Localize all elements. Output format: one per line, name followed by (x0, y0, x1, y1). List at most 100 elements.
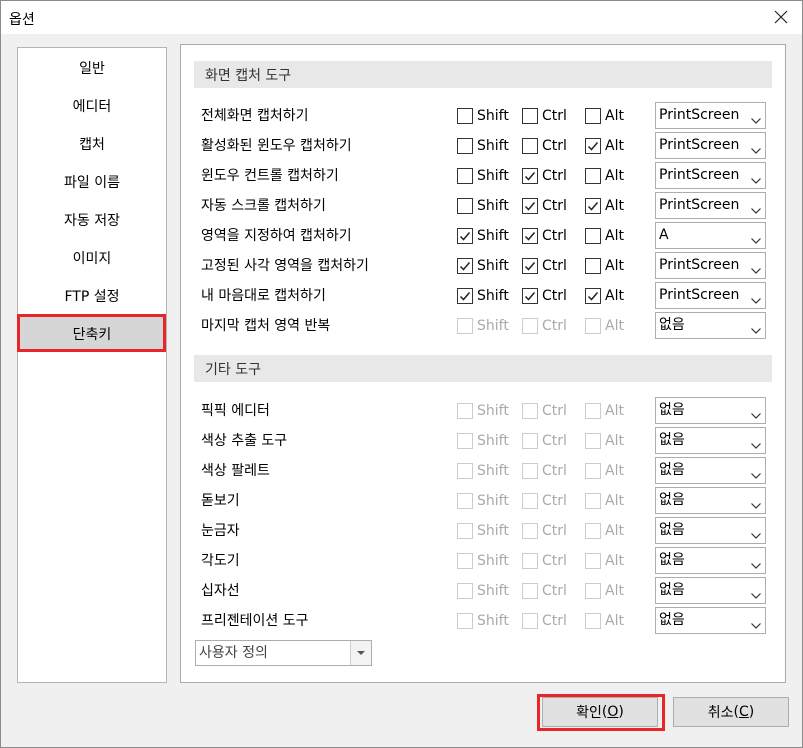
preset-select[interactable]: 사용자 정의 (195, 640, 372, 666)
sidebar-item[interactable]: 자동 저장 (18, 202, 166, 238)
alt-checkbox[interactable] (585, 553, 601, 569)
alt-checkbox[interactable] (585, 138, 601, 154)
alt-checkbox[interactable] (585, 228, 601, 244)
close-button[interactable] (766, 5, 796, 29)
ctrl-label: Ctrl (542, 493, 567, 509)
shift-checkbox[interactable] (457, 433, 473, 449)
key-select[interactable]: 없음 (655, 547, 766, 574)
ctrl-checkbox[interactable] (522, 553, 538, 569)
ctrl-checkbox[interactable] (522, 228, 538, 244)
sidebar-item[interactable]: 이미지 (18, 240, 166, 276)
hotkey-label: 활성화된 윈도우 캡처하기 (201, 138, 352, 154)
alt-checkbox[interactable] (585, 493, 601, 509)
shift-checkbox[interactable] (457, 463, 473, 479)
shift-checkbox[interactable] (457, 168, 473, 184)
key-select-value: 없음 (659, 612, 685, 628)
alt-checkbox[interactable] (585, 318, 601, 334)
hotkey-label: 픽픽 에디터 (201, 403, 270, 419)
ctrl-checkbox[interactable] (522, 613, 538, 629)
dropdown-arrow (751, 262, 761, 278)
shift-checkbox[interactable] (457, 318, 473, 334)
key-select[interactable]: PrintScreen (655, 102, 766, 129)
key-select[interactable]: 없음 (655, 397, 766, 424)
key-select[interactable]: 없음 (655, 487, 766, 514)
alt-checkbox[interactable] (585, 583, 601, 599)
key-select[interactable]: 없음 (655, 577, 766, 604)
alt-checkbox[interactable] (585, 108, 601, 124)
ctrl-checkbox[interactable] (522, 583, 538, 599)
key-select[interactable]: 없음 (655, 427, 766, 454)
key-select[interactable]: 없음 (655, 457, 766, 484)
ctrl-checkbox[interactable] (522, 138, 538, 154)
ctrl-checkbox[interactable] (522, 258, 538, 274)
checkmark-icon (524, 232, 536, 241)
hotkey-label: 마지막 캡처 영역 반복 (201, 318, 331, 334)
sidebar-item[interactable]: 파일 이름 (18, 164, 166, 200)
preset-select-button[interactable] (350, 641, 371, 665)
ctrl-checkbox[interactable] (522, 523, 538, 539)
shift-checkbox[interactable] (457, 108, 473, 124)
selected-item-highlight (17, 314, 166, 352)
shift-label: Shift (477, 168, 509, 184)
chevron-down-icon (751, 298, 761, 304)
alt-checkbox[interactable] (585, 613, 601, 629)
sidebar-item[interactable]: 에디터 (18, 88, 166, 124)
key-select[interactable]: PrintScreen (655, 282, 766, 309)
shift-label: Shift (477, 138, 509, 154)
key-select[interactable]: 없음 (655, 312, 766, 339)
ctrl-checkbox[interactable] (522, 108, 538, 124)
shift-checkbox[interactable] (457, 403, 473, 419)
alt-checkbox[interactable] (585, 198, 601, 214)
key-select[interactable]: 없음 (655, 607, 766, 634)
shift-label: Shift (477, 463, 509, 479)
hotkey-label: 프리젠테이션 도구 (201, 613, 309, 629)
cancel-button[interactable]: 취소(C) (673, 697, 789, 727)
ctrl-checkbox[interactable] (522, 403, 538, 419)
shift-checkbox[interactable] (457, 583, 473, 599)
ctrl-checkbox[interactable] (522, 318, 538, 334)
alt-checkbox[interactable] (585, 168, 601, 184)
sidebar: 일반 에디터 캡처 파일 이름 자동 저장 이미지 FTP 설정 단축키 (17, 47, 167, 683)
alt-checkbox[interactable] (585, 258, 601, 274)
sidebar-item[interactable]: 캡처 (18, 126, 166, 162)
ctrl-checkbox[interactable] (522, 463, 538, 479)
ctrl-checkbox[interactable] (522, 198, 538, 214)
sidebar-item[interactable]: FTP 설정 (18, 278, 166, 314)
key-select[interactable]: 없음 (655, 517, 766, 544)
key-select[interactable]: PrintScreen (655, 132, 766, 159)
ctrl-checkbox[interactable] (522, 168, 538, 184)
key-select[interactable]: PrintScreen (655, 192, 766, 219)
key-select[interactable]: PrintScreen (655, 162, 766, 189)
shift-checkbox[interactable] (457, 138, 473, 154)
alt-checkbox[interactable] (585, 288, 601, 304)
shift-checkbox[interactable] (457, 198, 473, 214)
ctrl-checkbox[interactable] (522, 493, 538, 509)
alt-checkbox[interactable] (585, 463, 601, 479)
hotkey-label: 눈금자 (201, 523, 240, 539)
chevron-down-icon (751, 208, 761, 214)
dropdown-arrow (751, 112, 761, 128)
shift-checkbox[interactable] (457, 288, 473, 304)
shift-checkbox[interactable] (457, 613, 473, 629)
sidebar-item[interactable]: 일반 (18, 50, 166, 86)
alt-checkbox[interactable] (585, 433, 601, 449)
shift-checkbox[interactable] (457, 228, 473, 244)
alt-checkbox[interactable] (585, 523, 601, 539)
ctrl-checkbox[interactable] (522, 433, 538, 449)
shift-checkbox[interactable] (457, 523, 473, 539)
key-select-value: 없음 (659, 432, 685, 448)
alt-label: Alt (605, 553, 624, 569)
shift-label: Shift (477, 523, 509, 539)
shift-checkbox[interactable] (457, 553, 473, 569)
chevron-down-icon (751, 268, 761, 274)
alt-checkbox[interactable] (585, 403, 601, 419)
shift-checkbox[interactable] (457, 493, 473, 509)
section-header: 기타 도구 (194, 355, 772, 382)
key-select[interactable]: PrintScreen (655, 252, 766, 279)
shift-label: Shift (477, 553, 509, 569)
shift-checkbox[interactable] (457, 258, 473, 274)
ctrl-label: Ctrl (542, 258, 567, 274)
ctrl-checkbox[interactable] (522, 288, 538, 304)
key-select[interactable]: A (655, 222, 766, 249)
ctrl-label: Ctrl (542, 433, 567, 449)
